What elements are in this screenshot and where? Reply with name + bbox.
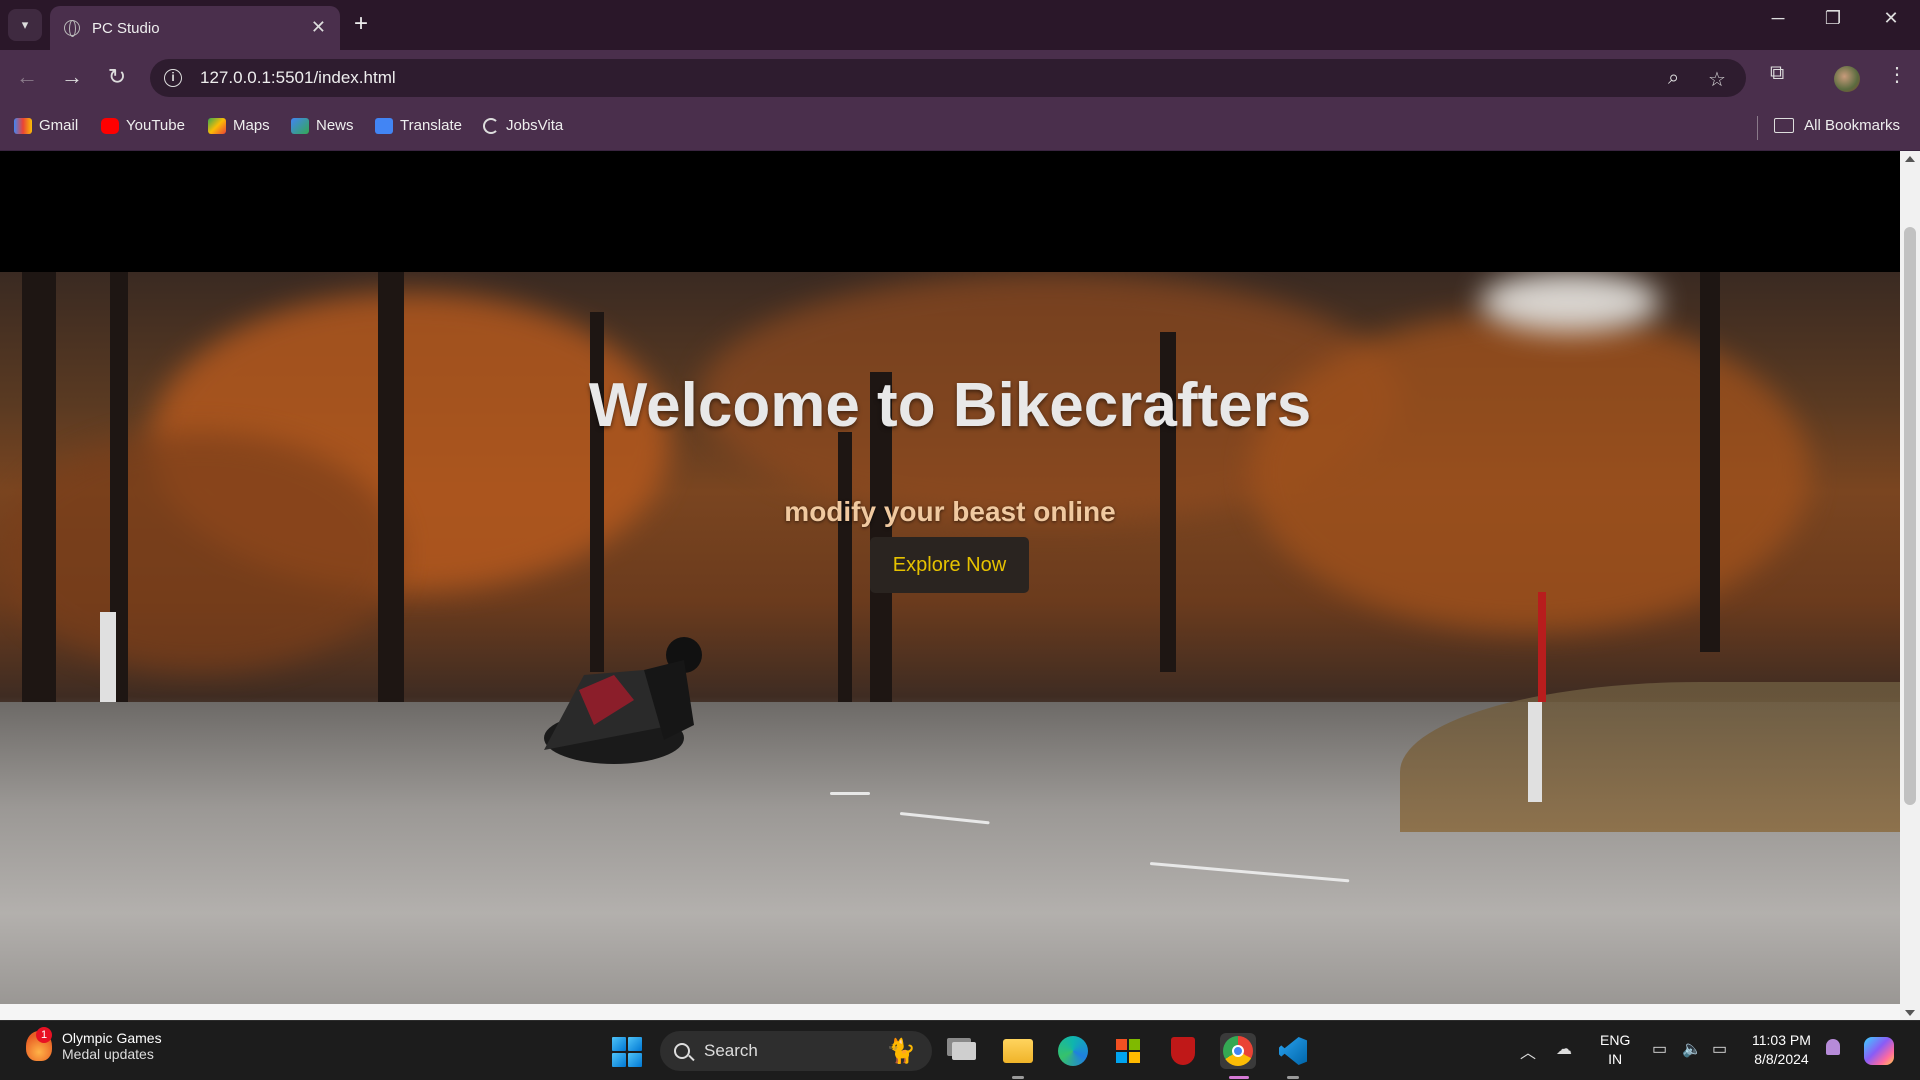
tab-search-button[interactable]: ▾ — [8, 9, 42, 41]
vscode-icon[interactable] — [1275, 1033, 1311, 1069]
hero-title: Welcome to Bikecrafters — [588, 371, 1312, 440]
maps-icon — [208, 117, 226, 134]
menu-icon[interactable]: ⋮ — [1887, 62, 1907, 87]
browser-toolbar: ← → ↻ i 127.0.0.1:5501/index.html ⌕ ☆ ⧉ … — [0, 50, 1920, 106]
scroll-up-icon[interactable] — [1905, 156, 1915, 162]
folder-icon — [1774, 118, 1795, 133]
widget-title: Olympic Games — [62, 1030, 162, 1046]
tab-close-button[interactable]: ✕ — [311, 17, 326, 38]
taskbar: 1 Olympic Games Medal updates Search 🐈 ︿… — [0, 1020, 1920, 1080]
taskbar-search[interactable]: Search 🐈 — [660, 1031, 932, 1071]
bookmark-youtube[interactable]: YouTube — [101, 117, 185, 134]
copilot-icon[interactable] — [1864, 1037, 1894, 1065]
all-bookmarks-button[interactable]: All Bookmarks — [1774, 117, 1900, 134]
bookmark-news[interactable]: News — [291, 117, 354, 134]
zoom-icon[interactable]: ⌕ — [1668, 67, 1679, 90]
back-icon[interactable]: ← — [12, 64, 42, 90]
bookmarks-separator — [1757, 116, 1758, 140]
scroll-down-icon[interactable] — [1905, 1010, 1915, 1016]
bookmark-jobsvita[interactable]: JobsVita — [483, 117, 563, 134]
search-highlight-icon: 🐈 — [886, 1038, 916, 1065]
mcafee-icon[interactable] — [1165, 1033, 1201, 1069]
start-button[interactable] — [612, 1037, 642, 1067]
show-hidden-icons[interactable]: ︿ — [1520, 1039, 1536, 1063]
onedrive-icon[interactable]: ☁ — [1556, 1039, 1572, 1059]
news-icon — [291, 117, 309, 134]
widget-subtitle: Medal updates — [62, 1046, 154, 1062]
address-bar[interactable]: i 127.0.0.1:5501/index.html ⌕ ☆ — [150, 59, 1746, 97]
gmail-icon — [14, 117, 32, 134]
page-scrollbar[interactable] — [1900, 151, 1920, 1020]
browser-chrome: ▾ PC Studio ✕ + ─ ❐ ✕ ← → ↻ i 127.0.0.1:… — [0, 0, 1920, 151]
bookmark-maps[interactable]: Maps — [208, 117, 270, 134]
battery-icon[interactable]: ▭ — [1712, 1039, 1727, 1059]
url-text[interactable]: 127.0.0.1:5501/index.html — [200, 68, 396, 88]
extensions-icon[interactable]: ⧉ — [1770, 62, 1784, 85]
new-tab-button[interactable]: + — [354, 10, 368, 38]
site-info-icon[interactable]: i — [164, 69, 182, 87]
page-viewport: Welcome to Bikecrafters modify your beas… — [0, 151, 1900, 1020]
language-indicator[interactable]: ENG IN — [1600, 1031, 1630, 1069]
widget-badge: 1 — [36, 1027, 52, 1043]
volume-icon[interactable]: 🔈 — [1682, 1039, 1702, 1059]
search-icon — [674, 1043, 690, 1059]
bookmark-gmail[interactable]: Gmail — [14, 117, 78, 134]
tab-pc-studio[interactable]: PC Studio ✕ — [50, 6, 340, 50]
forward-icon[interactable]: → — [57, 64, 87, 90]
globe-icon — [64, 20, 80, 37]
restore-icon[interactable]: ❐ — [1810, 8, 1856, 29]
tab-strip: ▾ PC Studio ✕ + ─ ❐ ✕ — [0, 0, 1920, 50]
tab-title: PC Studio — [92, 19, 160, 37]
network-icon[interactable]: ▭ — [1652, 1039, 1667, 1059]
file-explorer-icon[interactable] — [1000, 1033, 1036, 1069]
chevron-down-icon: ▾ — [21, 17, 29, 32]
clock[interactable]: 11:03 PM 8/8/2024 — [1752, 1031, 1811, 1069]
hero-subtitle: modify your beast online — [784, 496, 1116, 527]
youtube-icon — [101, 117, 119, 134]
chrome-icon[interactable] — [1220, 1033, 1256, 1069]
scroll-thumb[interactable] — [1904, 227, 1916, 805]
bookmark-star-icon[interactable]: ☆ — [1708, 67, 1726, 92]
close-window-icon[interactable]: ✕ — [1868, 8, 1914, 29]
olympic-torch-icon: 1 — [26, 1027, 52, 1061]
news-widget[interactable]: 1 Olympic Games Medal updates — [26, 1027, 162, 1062]
task-view-icon[interactable] — [946, 1033, 982, 1069]
profile-avatar[interactable] — [1834, 66, 1860, 92]
minimize-icon[interactable]: ─ — [1755, 8, 1801, 29]
notification-bell-icon[interactable] — [1826, 1039, 1840, 1055]
search-label: Search — [704, 1041, 758, 1060]
microsoft-store-icon[interactable] — [1110, 1033, 1146, 1069]
bookmark-translate[interactable]: Translate — [375, 117, 462, 134]
bookmarks-bar: Gmail YouTube Maps News Translate JobsVi… — [0, 106, 1920, 151]
explore-now-button[interactable]: Explore Now — [870, 537, 1029, 593]
reload-icon[interactable]: ↻ — [102, 64, 132, 90]
edge-icon[interactable] — [1055, 1033, 1091, 1069]
page-footer-strip — [0, 1004, 1900, 1020]
hero-content: Welcome to Bikecrafters modify your beas… — [0, 272, 1900, 1004]
jobsvita-icon — [483, 117, 499, 134]
translate-icon — [375, 117, 393, 134]
